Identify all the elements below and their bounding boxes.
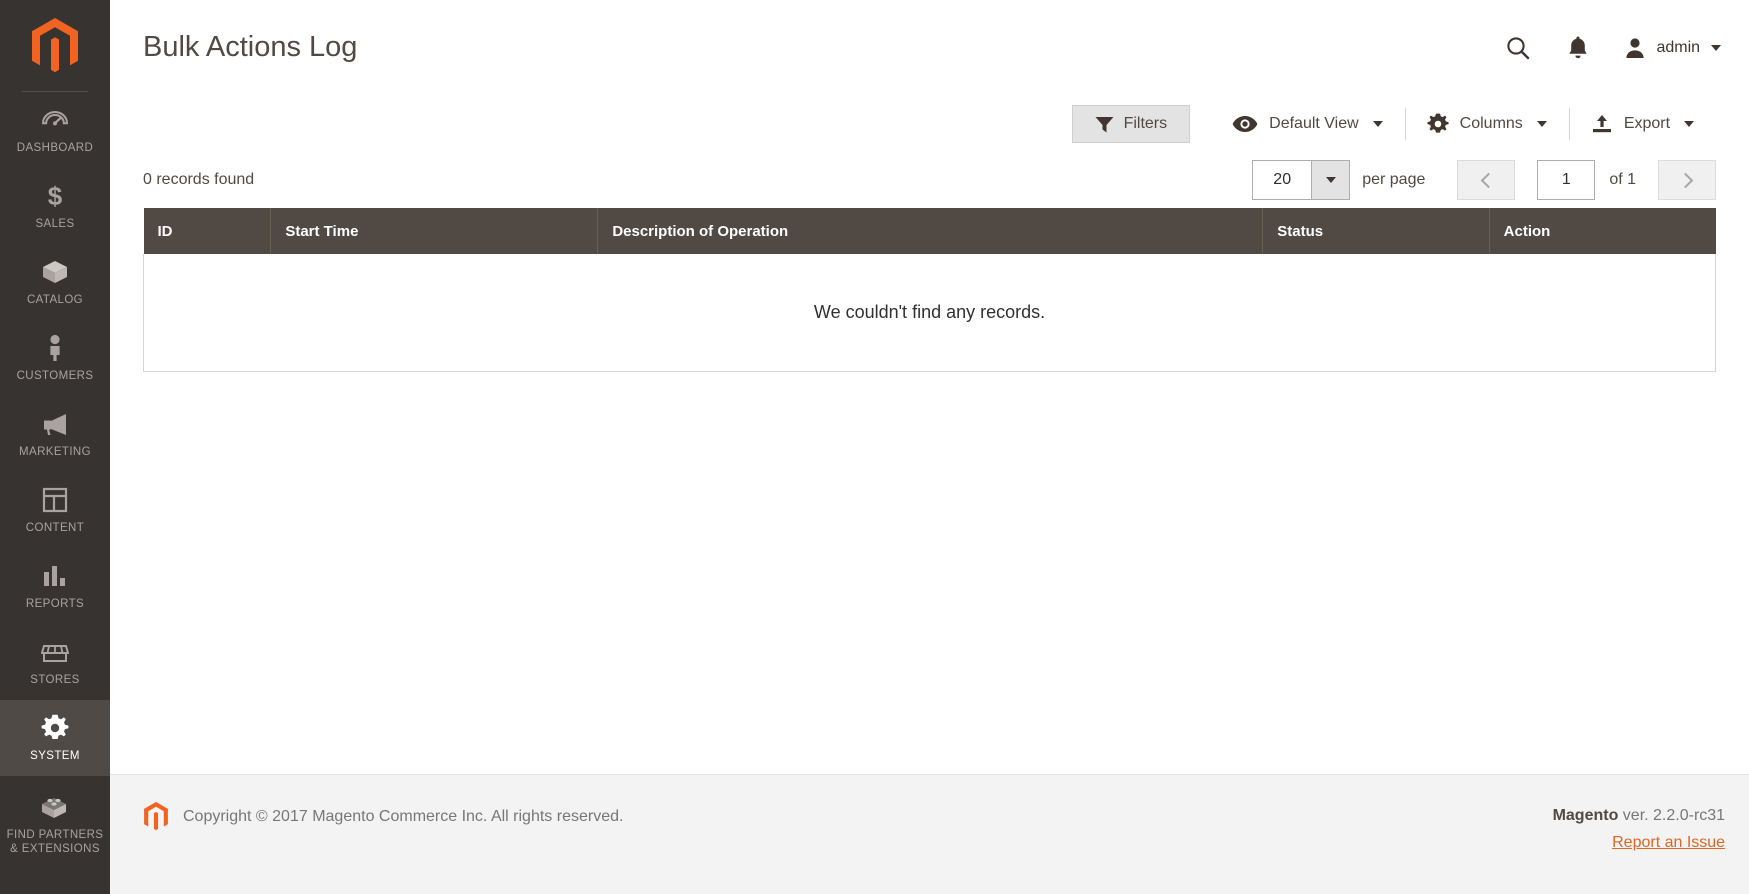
version-line: Magento ver. 2.2.0-rc31: [1553, 802, 1726, 829]
grid-subbar: 0 records found 20 per page of 1: [143, 152, 1717, 208]
sidebar-item-content[interactable]: Content: [0, 472, 110, 548]
marketing-icon: [40, 409, 70, 439]
bell-icon[interactable]: [1563, 33, 1593, 63]
admin-page: Dashboard $ Sales Catalog: [0, 0, 1749, 894]
upload-icon: [1592, 115, 1611, 133]
export-label: Export: [1623, 115, 1671, 132]
admin-user-name: admin: [1656, 39, 1701, 56]
page-title: Bulk Actions Log: [143, 31, 358, 64]
sidebar-item-catalog[interactable]: Catalog: [0, 244, 110, 320]
report-issue-link[interactable]: Report an Issue: [1612, 829, 1725, 856]
funnel-icon: [1095, 116, 1114, 132]
filters-label: Filters: [1123, 115, 1168, 132]
table-empty-row: We couldn't find any records.: [142, 254, 1717, 372]
column-header-start-time[interactable]: Start Time: [270, 208, 599, 254]
magento-logo-icon: [32, 18, 78, 73]
version-text: ver. 2.2.0-rc31: [1618, 807, 1726, 824]
per-page-value: 20: [1273, 171, 1292, 188]
per-page-label: per page: [1362, 171, 1426, 188]
page-total-label: of 1: [1609, 171, 1637, 188]
chevron-down-icon: [1372, 121, 1383, 127]
sidebar-item-label: Customers: [16, 370, 94, 382]
sidebar-item-label: Dashboard: [16, 142, 94, 154]
sidebar-item-label: Marketing: [19, 446, 91, 458]
grid-content: Filters Default View Columns Export 0 re…: [110, 96, 1749, 573]
sidebar-item-find-partners-extensions[interactable]: Find Partners & Extensions: [0, 776, 110, 872]
content-icon: [42, 485, 68, 515]
user-avatar-icon: [1626, 38, 1645, 58]
records-found-label: 0 records found: [143, 171, 255, 188]
columns-dropdown[interactable]: Columns: [1404, 105, 1569, 143]
sales-icon: $: [45, 181, 65, 211]
sidebar-item-label: Stores: [30, 674, 80, 686]
page-footer: Copyright © 2017 Magento Commerce Inc. A…: [110, 774, 1749, 894]
catalog-icon: [41, 257, 69, 287]
default-view-label: Default View: [1269, 115, 1359, 132]
sidebar-item-label: Find Partners & Extensions: [6, 829, 104, 855]
content-spacer: [110, 573, 1749, 774]
sidebar-item-system[interactable]: System: [0, 700, 110, 776]
sidebar-item-label: Content: [25, 522, 85, 534]
sidebar-item-label: Reports: [25, 598, 85, 610]
reports-icon: [42, 561, 68, 591]
next-page-button[interactable]: [1658, 160, 1717, 200]
sidebar-item-reports[interactable]: Reports: [0, 548, 110, 624]
sidebar-item-sales[interactable]: $ Sales: [0, 168, 110, 244]
header-actions: admin: [1503, 33, 1725, 63]
main-area: Bulk Actions Log admin Filters Default V…: [110, 0, 1749, 894]
page-header: Bulk Actions Log admin: [110, 0, 1749, 96]
export-dropdown[interactable]: Export: [1568, 105, 1716, 143]
column-header-description[interactable]: Description of Operation: [597, 208, 1264, 254]
empty-state-message: We couldn't find any records.: [142, 254, 1717, 372]
chevron-left-icon: [1480, 172, 1497, 188]
table-body: We couldn't find any records.: [142, 254, 1717, 372]
toolbar-divider: [1404, 108, 1406, 140]
toolbar-divider: [1568, 108, 1570, 140]
customers-icon: [45, 333, 65, 363]
magento-logo-small-icon: [144, 802, 168, 831]
bulk-actions-table: ID Start Time Description of Operation S…: [142, 208, 1717, 372]
sidebar-item-marketing[interactable]: Marketing: [0, 396, 110, 472]
sidebar-item-label: Sales: [35, 218, 75, 230]
default-view-dropdown[interactable]: Default View: [1210, 105, 1405, 143]
previous-page-button[interactable]: [1457, 160, 1516, 200]
pagination-controls: 20 per page of 1: [1252, 160, 1717, 200]
per-page-select[interactable]: 20: [1252, 160, 1351, 200]
svg-text:$: $: [48, 182, 63, 210]
copyright-text: Copyright © 2017 Magento Commerce Inc. A…: [183, 807, 624, 825]
sidebar: Dashboard $ Sales Catalog: [0, 0, 110, 894]
chevron-down-icon: [1684, 121, 1695, 127]
version-brand: Magento: [1552, 807, 1619, 824]
eye-icon: [1232, 116, 1258, 132]
columns-label: Columns: [1459, 115, 1523, 132]
sidebar-item-label: System: [30, 750, 80, 762]
admin-user-menu[interactable]: admin: [1623, 36, 1725, 60]
table-header: ID Start Time Description of Operation S…: [143, 208, 1716, 254]
gear-icon: [1427, 113, 1449, 133]
chevron-right-icon: [1677, 172, 1693, 188]
sidebar-logo[interactable]: [0, 0, 110, 92]
footer-version-block: Magento ver. 2.2.0-rc31 Report an Issue: [1553, 802, 1726, 856]
chevron-down-icon[interactable]: [1311, 161, 1350, 199]
chevron-down-icon: [1711, 45, 1722, 51]
grid-toolbar: Filters Default View Columns Export: [143, 100, 1716, 148]
system-gear-icon: [41, 713, 69, 743]
chevron-down-icon: [1536, 121, 1547, 127]
sidebar-item-stores[interactable]: Stores: [0, 624, 110, 700]
sidebar-item-label: Catalog: [26, 294, 84, 306]
table-header-row: ID Start Time Description of Operation S…: [143, 208, 1716, 254]
column-header-action[interactable]: Action: [1489, 208, 1716, 254]
extensions-icon: [41, 792, 69, 822]
dashboard-icon: [41, 105, 69, 135]
column-header-id[interactable]: ID: [143, 208, 272, 254]
page-number-input[interactable]: [1537, 160, 1596, 200]
stores-icon: [41, 637, 69, 667]
search-icon[interactable]: [1503, 33, 1533, 63]
footer-copyright-block: Copyright © 2017 Magento Commerce Inc. A…: [143, 802, 623, 831]
column-header-status[interactable]: Status: [1262, 208, 1490, 254]
sidebar-item-customers[interactable]: Customers: [0, 320, 110, 396]
filters-button[interactable]: Filters: [1071, 105, 1191, 143]
sidebar-item-dashboard[interactable]: Dashboard: [0, 92, 110, 168]
